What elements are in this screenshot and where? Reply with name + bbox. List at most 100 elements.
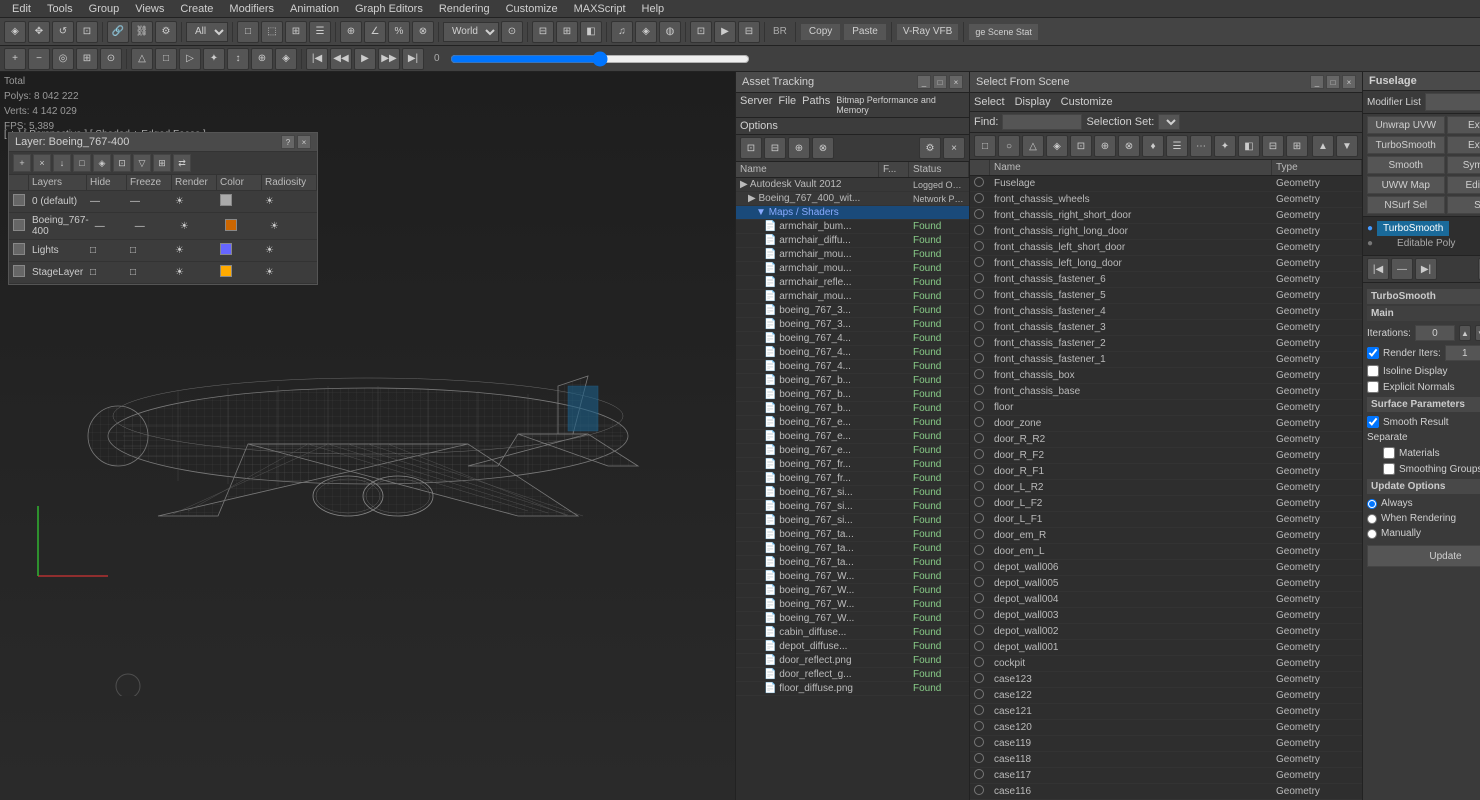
layer-panel-help-btn[interactable]: ? <box>281 135 295 149</box>
layer-render-2[interactable]: ☀ <box>172 243 217 258</box>
asset-file-item[interactable]: 📄 boeing_767_ta... Found <box>736 556 969 570</box>
scene-icon-scroll-down[interactable]: ▼ <box>1336 135 1358 157</box>
stack-item-editable-poly[interactable]: Editable Poly <box>1377 236 1461 251</box>
ts-isoline-checkbox[interactable] <box>1367 365 1379 377</box>
asset-file-item[interactable]: 📄 boeing_767_fr... Found <box>736 472 969 486</box>
menu-item-edit[interactable]: Edit <box>4 3 39 15</box>
lp-create-btn[interactable]: + <box>13 154 31 172</box>
asset-tb-1[interactable]: ⊡ <box>740 137 762 159</box>
asset-file-item[interactable]: 📄 boeing_767_e... Found <box>736 416 969 430</box>
layer-radiosity-1[interactable]: ☀ <box>267 219 322 234</box>
scene-find-input[interactable] <box>1002 114 1082 130</box>
move-tool-btn[interactable]: ✥ <box>28 21 50 43</box>
paste-button[interactable]: Paste <box>843 23 887 41</box>
layer-color-0[interactable] <box>220 194 232 206</box>
snap-toggle-btn[interactable]: ⊕ <box>340 21 362 43</box>
scene-list-item[interactable]: door_R_R2 Geometry <box>970 432 1362 448</box>
scene-list-item[interactable]: case122 Geometry <box>970 688 1362 704</box>
asset-item-vault[interactable]: ▶ Autodesk Vault 2012 Logged Out ( <box>736 178 969 192</box>
scene-list-item[interactable]: front_chassis_left_long_door Geometry <box>970 256 1362 272</box>
layer-manager-btn[interactable]: ◧ <box>580 21 602 43</box>
scene-list-item[interactable]: door_L_F1 Geometry <box>970 512 1362 528</box>
selection-filter-dropdown[interactable]: All <box>186 22 228 42</box>
asset-file-item[interactable]: 📄 boeing_767_ta... Found <box>736 542 969 556</box>
menu-item-rendering[interactable]: Rendering <box>431 3 498 15</box>
uvw-map-btn[interactable]: UWW Map <box>1367 176 1445 194</box>
rotate-tool-btn[interactable]: ↺ <box>52 21 74 43</box>
layer-hide-0[interactable]: — <box>87 194 127 209</box>
scene-icon-11[interactable]: ✦ <box>1214 135 1236 157</box>
lp-options-btn[interactable]: ▽ <box>133 154 151 172</box>
ts-render-iters-checkbox[interactable] <box>1367 347 1379 359</box>
asset-file-item[interactable]: 📄 boeing_767_3... Found <box>736 318 969 332</box>
asset-file-item[interactable]: 📄 boeing_767_b... Found <box>736 388 969 402</box>
layer-freeze-0[interactable]: — <box>127 194 172 209</box>
tb2-anim-4[interactable]: ▶▶ <box>378 48 400 70</box>
reference-coord-dropdown[interactable]: World <box>443 22 499 42</box>
asset-file-item[interactable]: 📄 boeing_767_W... Found <box>736 612 969 626</box>
asset-file-item[interactable]: 📄 boeing_767_fr... Found <box>736 458 969 472</box>
ts-materials-checkbox[interactable] <box>1383 447 1395 459</box>
extrude1-btn[interactable]: Extrude <box>1447 116 1480 134</box>
scene-list-item[interactable]: door_em_L Geometry <box>970 544 1362 560</box>
asset-file-item[interactable]: 📄 boeing_767_3... Found <box>736 304 969 318</box>
scene-icon-4[interactable]: ◈ <box>1046 135 1068 157</box>
ts-render-iters-input[interactable] <box>1445 345 1480 361</box>
asset-file-item[interactable]: 📄 boeing_767_W... Found <box>736 598 969 612</box>
link-btn[interactable]: 🔗 <box>107 21 129 43</box>
scene-icon-5[interactable]: ⊡ <box>1070 135 1092 157</box>
lp-highlight-btn[interactable]: ◈ <box>93 154 111 172</box>
asset-file-item[interactable]: 📄 boeing_767_W... Found <box>736 570 969 584</box>
scene-list-item[interactable]: front_chassis_left_short_door Geometry <box>970 240 1362 256</box>
asset-maximize-btn[interactable]: □ <box>933 75 947 89</box>
layer-render-3[interactable]: ☀ <box>172 265 217 280</box>
asset-item-boeing[interactable]: ▶ Boeing_767_400_wit... Network Path <box>736 192 969 206</box>
menu-item-group[interactable]: Group <box>81 3 128 15</box>
ts-explicit-checkbox[interactable] <box>1367 381 1379 393</box>
scene-nav-display[interactable]: Display <box>1015 96 1051 108</box>
menu-item-modifiers[interactable]: Modifiers <box>221 3 282 15</box>
angle-snap-btn[interactable]: ∠ <box>364 21 386 43</box>
ts-when-rendering-radio[interactable] <box>1367 514 1377 524</box>
scene-list-item[interactable]: front_chassis_box Geometry <box>970 368 1362 384</box>
asset-item-maps[interactable]: ▼ Maps / Shaders <box>736 206 969 220</box>
scene-list-item[interactable]: front_chassis_fastener_5 Geometry <box>970 288 1362 304</box>
scene-list-item[interactable]: case119 Geometry <box>970 736 1362 752</box>
scene-icon-1[interactable]: □ <box>974 135 996 157</box>
asset-file-item[interactable]: 📄 armchair_mou... Found <box>736 290 969 304</box>
layer-freeze-1[interactable]: — <box>132 219 177 234</box>
layer-radiosity-0[interactable]: ☀ <box>262 194 317 209</box>
scene-list-item[interactable]: front_chassis_right_long_door Geometry <box>970 224 1362 240</box>
stack-nav-3[interactable]: ▶| <box>1415 258 1437 280</box>
ts-manually-radio[interactable] <box>1367 529 1377 539</box>
layer-freeze-3[interactable]: □ <box>127 265 172 280</box>
tb2-anim-1[interactable]: |◀ <box>306 48 328 70</box>
mirror-btn[interactable]: ⊟ <box>532 21 554 43</box>
asset-menu-file[interactable]: File <box>778 95 796 115</box>
lp-merge-btn[interactable]: ⊞ <box>153 154 171 172</box>
scene-list-item[interactable]: case117 Geometry <box>970 768 1362 784</box>
scale-tool-btn[interactable]: ⊡ <box>76 21 98 43</box>
scene-list-item[interactable]: Fuselage Geometry <box>970 176 1362 192</box>
scene-icon-6[interactable]: ⊕ <box>1094 135 1116 157</box>
tb2-btn-9[interactable]: ✦ <box>203 48 225 70</box>
scene-list-item[interactable]: front_chassis_base Geometry <box>970 384 1362 400</box>
asset-file-item[interactable]: 📄 boeing_767_si... Found <box>736 500 969 514</box>
layer-panel-close-btn[interactable]: × <box>297 135 311 149</box>
scene-list-item[interactable]: door_L_R2 Geometry <box>970 480 1362 496</box>
stack-item-turbosmooth[interactable]: TurboSmooth <box>1377 221 1449 236</box>
unwrap-uvw-btn[interactable]: Unwrap UVW <box>1367 116 1445 134</box>
turbosmooth-btn[interactable]: TurboSmooth <box>1367 136 1445 154</box>
scene-col-type[interactable]: Type <box>1272 160 1362 175</box>
select-by-name-btn[interactable]: ☰ <box>309 21 331 43</box>
scene-list-item[interactable]: front_chassis_fastener_6 Geometry <box>970 272 1362 288</box>
tb2-btn-10[interactable]: ↕ <box>227 48 249 70</box>
scene-list-item[interactable]: depot_wall003 Geometry <box>970 608 1362 624</box>
tb2-btn-7[interactable]: □ <box>155 48 177 70</box>
scene-list-item[interactable]: front_chassis_fastener_2 Geometry <box>970 336 1362 352</box>
layer-render-0[interactable]: ☀ <box>172 194 217 209</box>
stack-nav-1[interactable]: |◀ <box>1367 258 1389 280</box>
percent-snap-btn[interactable]: % <box>388 21 410 43</box>
tb2-btn-6[interactable]: △ <box>131 48 153 70</box>
asset-file-item[interactable]: 📄 boeing_767_e... Found <box>736 444 969 458</box>
